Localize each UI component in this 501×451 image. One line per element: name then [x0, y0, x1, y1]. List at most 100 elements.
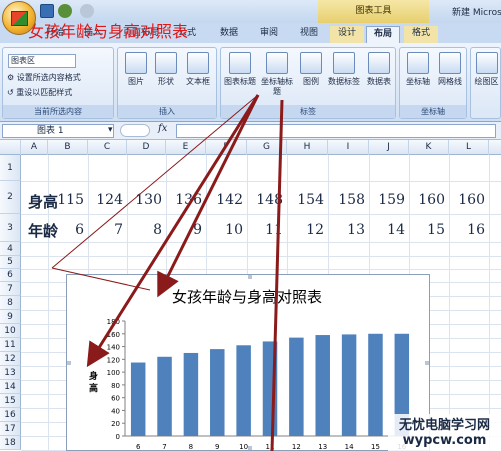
reset-style-button[interactable]: ↺ 重设以匹配样式 [7, 86, 72, 100]
column-header[interactable]: K [409, 140, 449, 155]
age-value-cell[interactable]: 8 [122, 222, 162, 238]
tab-format[interactable]: 格式 [404, 26, 438, 43]
age-value-cell[interactable]: 13 [325, 222, 365, 238]
bar[interactable] [368, 333, 383, 436]
height-value-cell[interactable]: 160 [405, 192, 445, 208]
chart-title-button[interactable]: 图表标题 [223, 52, 257, 87]
column-header[interactable]: B [48, 140, 88, 155]
insert-picture-button[interactable]: 图片 [122, 52, 150, 87]
bar[interactable] [341, 334, 357, 436]
column-header[interactable]: I [328, 140, 369, 155]
select-all-corner[interactable] [0, 140, 21, 155]
height-value-cell[interactable]: 148 [243, 192, 283, 208]
row-header[interactable]: 16 [0, 408, 21, 422]
bar[interactable] [289, 337, 304, 436]
office-button[interactable] [2, 1, 36, 35]
age-value-cell[interactable]: 15 [405, 222, 445, 238]
cell-a1-title[interactable]: 女孩年龄与身高对照表 [28, 18, 188, 42]
plot-area-button[interactable]: 绘图区 [473, 52, 500, 87]
undo-icon[interactable] [58, 4, 72, 18]
row-header[interactable]: 12 [0, 352, 21, 366]
y-axis-title[interactable]: 身高 [89, 370, 98, 394]
row-header[interactable]: 18 [0, 436, 21, 450]
row-header[interactable]: 4 [0, 242, 21, 256]
redo-icon[interactable] [80, 4, 94, 18]
age-value-cell[interactable]: 6 [44, 222, 84, 238]
column-header[interactable]: H [287, 140, 328, 155]
save-icon[interactable] [40, 4, 54, 18]
height-value-cell[interactable]: 115 [44, 192, 84, 208]
row-header[interactable]: 13 [0, 366, 21, 380]
age-value-cell[interactable]: 9 [162, 222, 202, 238]
height-value-cell[interactable]: 124 [83, 192, 123, 208]
age-value-cell[interactable]: 11 [243, 222, 283, 238]
row-header[interactable]: 8 [0, 296, 21, 310]
resize-handle[interactable] [425, 361, 429, 365]
name-box[interactable]: 图表 1 [2, 124, 114, 138]
column-header[interactable]: C [88, 140, 127, 155]
age-value-cell[interactable]: 12 [284, 222, 324, 238]
row-header[interactable]: 5 [0, 256, 21, 269]
age-value-cell[interactable]: 10 [203, 222, 243, 238]
chart-title[interactable]: 女孩年龄与身高对照表 [172, 288, 322, 306]
height-value-cell[interactable]: 154 [284, 192, 324, 208]
chart-element-select[interactable]: 图表区 [8, 54, 76, 68]
age-value-cell[interactable]: 16 [445, 222, 485, 238]
formula-input[interactable] [176, 124, 496, 138]
height-value-cell[interactable]: 130 [122, 192, 162, 208]
column-header[interactable]: L [449, 140, 489, 155]
legend-button[interactable]: 图例 [297, 52, 325, 87]
chart-area[interactable]: 女孩年龄与身高对照表 身高 0 20 40 60 80 100 120 140 160 180 6 7 8 9… [66, 274, 430, 451]
row-header[interactable]: 3 [0, 214, 21, 242]
column-header[interactable]: D [127, 140, 166, 155]
resize-handle[interactable] [248, 446, 252, 450]
axes-button[interactable]: 坐标轴 [402, 52, 434, 87]
format-selection-button[interactable]: ⚙ 设置所选内容格式 [7, 71, 81, 85]
bar[interactable] [130, 362, 146, 436]
row-header[interactable]: 11 [0, 338, 21, 352]
insert-shapes-button[interactable]: 形状 [152, 52, 180, 87]
row-header[interactable]: 15 [0, 394, 21, 408]
data-labels-button[interactable]: 数据标签 [325, 52, 363, 87]
bar[interactable] [210, 349, 225, 436]
height-value-cell[interactable]: 136 [162, 192, 202, 208]
row-header[interactable]: 7 [0, 282, 21, 296]
tab-data[interactable]: 数据 [212, 26, 246, 43]
insert-textbox-button[interactable]: 文本框 [182, 52, 214, 87]
row-header[interactable]: 6 [0, 269, 21, 282]
bar[interactable] [157, 356, 172, 436]
bar[interactable] [262, 341, 278, 436]
data-table-button[interactable]: 数据表 [363, 52, 395, 87]
age-value-cell[interactable]: 14 [365, 222, 405, 238]
age-value-cell[interactable]: 7 [83, 222, 123, 238]
insert-function-icon[interactable]: fx [158, 123, 167, 134]
height-value-cell[interactable]: 142 [203, 192, 243, 208]
gridlines-button[interactable]: 网格线 [434, 52, 466, 87]
resize-handle[interactable] [248, 275, 252, 279]
y-tick-label: 140 [107, 344, 120, 352]
column-header[interactable]: F [206, 140, 247, 155]
tab-design[interactable]: 设计 [330, 26, 364, 43]
tab-review[interactable]: 审阅 [252, 26, 286, 43]
height-value-cell[interactable]: 159 [365, 192, 405, 208]
resize-handle[interactable] [67, 361, 71, 365]
bar[interactable] [236, 345, 251, 436]
row-header[interactable]: 10 [0, 324, 21, 338]
row-header[interactable]: 9 [0, 310, 21, 324]
row-header[interactable]: 1 [0, 155, 21, 181]
bar[interactable] [183, 352, 199, 436]
name-box-dropdown-icon[interactable]: ▾ [108, 125, 113, 135]
row-header[interactable]: 17 [0, 422, 21, 436]
height-value-cell[interactable]: 160 [445, 192, 485, 208]
column-header[interactable]: J [369, 140, 409, 155]
height-value-cell[interactable]: 158 [325, 192, 365, 208]
column-header[interactable]: G [247, 140, 287, 155]
axis-titles-button[interactable]: 坐标轴标题 [259, 52, 295, 97]
row-header[interactable]: 2 [0, 181, 21, 214]
row-header[interactable]: 14 [0, 380, 21, 394]
tab-view[interactable]: 视图 [292, 26, 326, 43]
tab-layout[interactable]: 布局 [366, 26, 400, 43]
bar[interactable] [315, 335, 330, 436]
column-header[interactable]: E [166, 140, 206, 155]
column-header[interactable]: A [21, 140, 48, 155]
